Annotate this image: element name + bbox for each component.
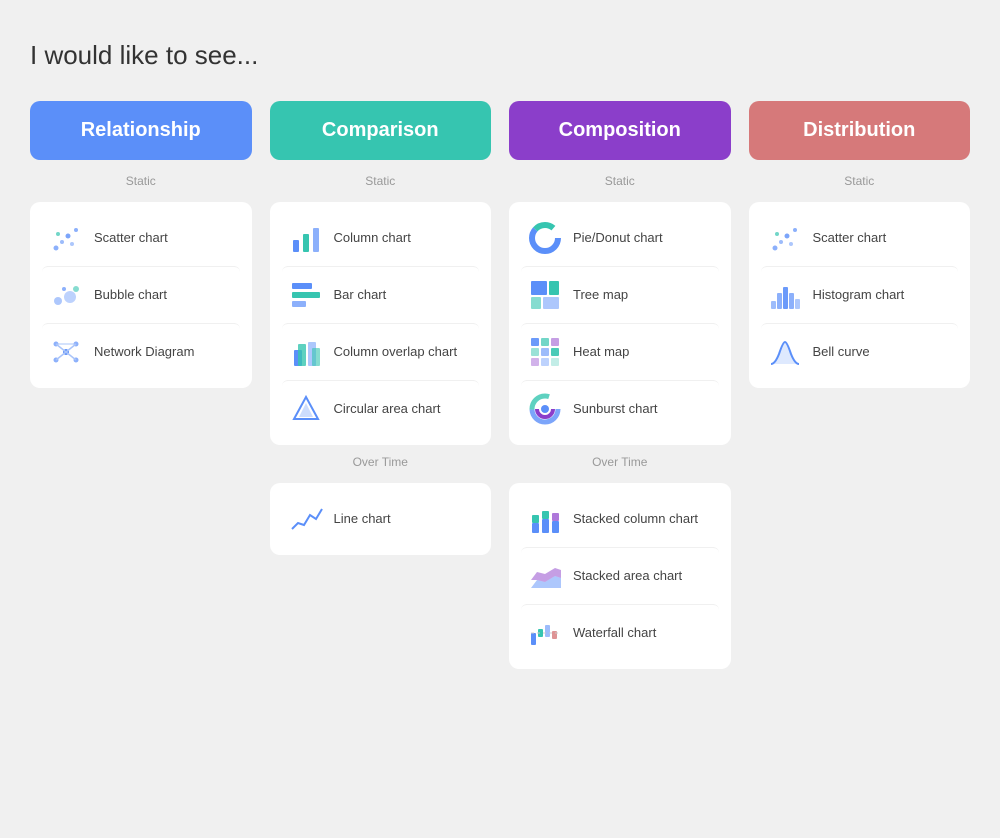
chart-item[interactable]: Heat map (521, 323, 719, 380)
chart-item[interactable]: Pie/Donut chart (521, 210, 719, 266)
relationship-header[interactable]: Relationship (30, 101, 252, 160)
stacked-area-icon (527, 558, 563, 594)
distribution-chart-card: Scatter chart Histogram chart Bell curve (749, 202, 971, 388)
chart-item-label: Sunburst chart (573, 401, 658, 418)
waterfall-icon (527, 615, 563, 651)
bellcurve-icon (767, 334, 803, 370)
column-relationship: Relationship Static Scatter chart Bubble ch… (30, 101, 252, 388)
chart-item-label: Bubble chart (94, 287, 167, 304)
chart-item[interactable]: Sunburst chart (521, 380, 719, 437)
comparison-section-label: Static (270, 174, 492, 188)
donut-icon (527, 220, 563, 256)
chart-item[interactable]: Line chart (282, 491, 480, 547)
chart-item[interactable]: Stacked area chart (521, 547, 719, 604)
column-overlap-icon (288, 334, 324, 370)
composition-chart-card: Stacked column chart Stacked area chart Wa… (509, 483, 731, 669)
comparison-chart-card: Line chart (270, 483, 492, 555)
chart-item-label: Bar chart (334, 287, 387, 304)
distribution-header[interactable]: Distribution (749, 101, 971, 160)
bar-icon (288, 277, 324, 313)
chart-item[interactable]: Scatter chart (761, 210, 959, 266)
composition-chart-card: Pie/Donut chart Tree map Heat map Sunburst … (509, 202, 731, 445)
column-composition: Composition Static Pie/Donut chart Tree map… (509, 101, 731, 669)
column-distribution: Distribution Static Scatter chart Histogram… (749, 101, 971, 388)
chart-item-label: Line chart (334, 511, 391, 528)
chart-item[interactable]: Network Diagram (42, 323, 240, 380)
page-title: I would like to see... (30, 40, 970, 71)
chart-item[interactable]: Histogram chart (761, 266, 959, 323)
chart-item[interactable]: Tree map (521, 266, 719, 323)
chart-item-label: Circular area chart (334, 401, 441, 418)
chart-item-label: Histogram chart (813, 287, 905, 304)
chart-item-label: Scatter chart (94, 230, 168, 247)
column-icon (288, 220, 324, 256)
chart-item-label: Scatter chart (813, 230, 887, 247)
chart-item-label: Heat map (573, 344, 629, 361)
comparison-header[interactable]: Comparison (270, 101, 492, 160)
columns-container: Relationship Static Scatter chart Bubble ch… (30, 101, 970, 669)
chart-item[interactable]: Circular area chart (282, 380, 480, 437)
bubble-icon (48, 277, 84, 313)
sunburst-icon (527, 391, 563, 427)
treemap-icon (527, 277, 563, 313)
composition-header[interactable]: Composition (509, 101, 731, 160)
network-icon (48, 334, 84, 370)
chart-item[interactable]: Bell curve (761, 323, 959, 380)
chart-item[interactable]: Waterfall chart (521, 604, 719, 661)
scatter-icon (767, 220, 803, 256)
chart-item-label: Column overlap chart (334, 344, 458, 361)
relationship-section-label: Static (30, 174, 252, 188)
composition-section-label: Static (509, 174, 731, 188)
chart-item-label: Stacked area chart (573, 568, 682, 585)
chart-item-label: Stacked column chart (573, 511, 698, 528)
chart-item-label: Tree map (573, 287, 628, 304)
histogram-icon (767, 277, 803, 313)
line-icon (288, 501, 324, 537)
chart-item-label: Bell curve (813, 344, 870, 361)
comparison-chart-card: Column chart Bar chart Column overlap char… (270, 202, 492, 445)
chart-item[interactable]: Column chart (282, 210, 480, 266)
circular-area-icon (288, 391, 324, 427)
relationship-chart-card: Scatter chart Bubble chart Network Diagram (30, 202, 252, 388)
chart-item-label: Network Diagram (94, 344, 194, 361)
chart-item[interactable]: Column overlap chart (282, 323, 480, 380)
chart-item-label: Waterfall chart (573, 625, 656, 642)
chart-item-label: Column chart (334, 230, 411, 247)
distribution-section-label: Static (749, 174, 971, 188)
chart-item[interactable]: Stacked column chart (521, 491, 719, 547)
chart-item[interactable]: Bubble chart (42, 266, 240, 323)
composition-section-label: Over Time (509, 455, 731, 469)
stacked-column-icon (527, 501, 563, 537)
chart-item-label: Pie/Donut chart (573, 230, 663, 247)
chart-item[interactable]: Scatter chart (42, 210, 240, 266)
column-comparison: ComparisonStaticColumn chartBar chartCol… (270, 101, 492, 555)
heatmap-icon (527, 334, 563, 370)
scatter-icon (48, 220, 84, 256)
comparison-section-label: Over Time (270, 455, 492, 469)
chart-item[interactable]: Bar chart (282, 266, 480, 323)
